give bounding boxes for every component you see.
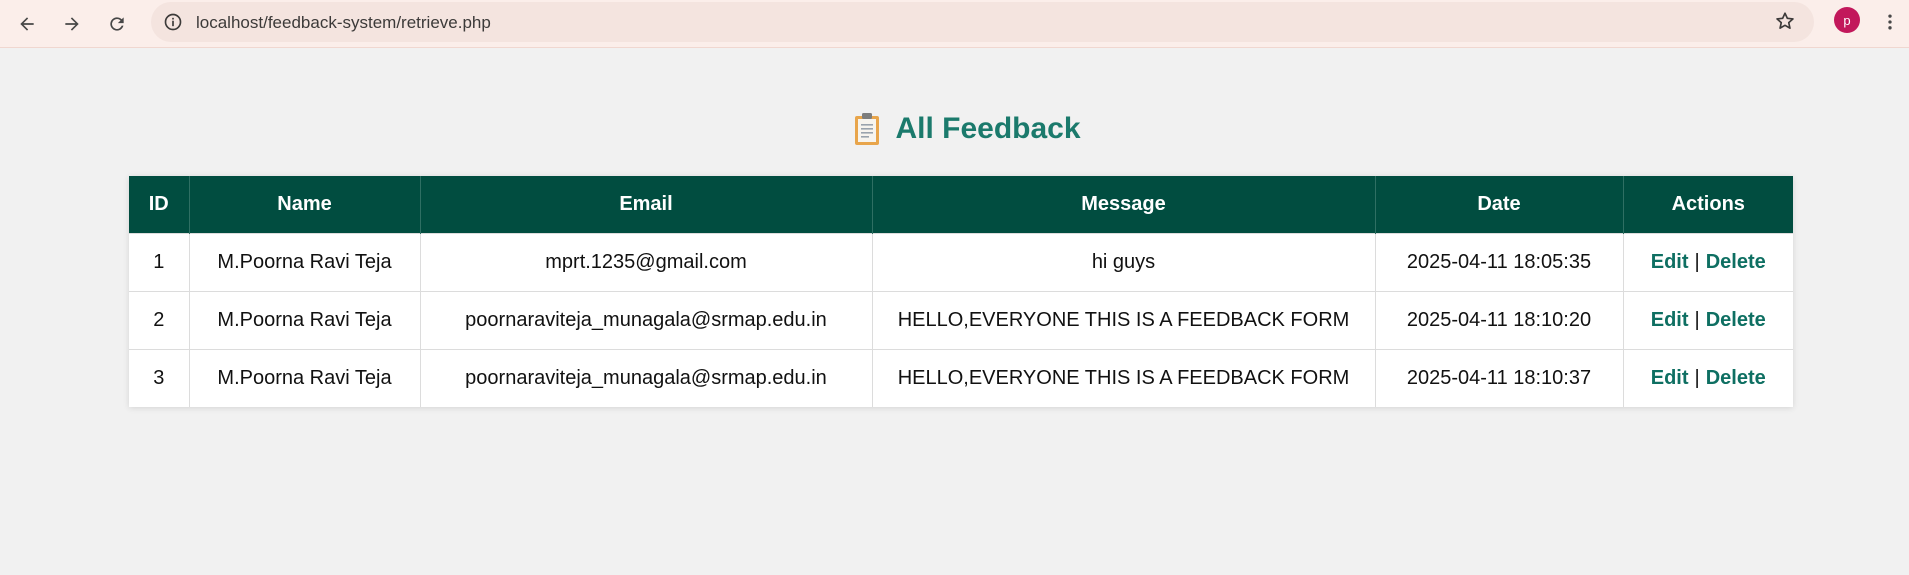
cell-name: M.Poorna Ravi Teja (189, 233, 421, 292)
cell-message: hi guys (872, 233, 1376, 292)
table-row: 1 M.Poorna Ravi Teja mprt.1235@gmail.com… (129, 233, 1793, 292)
cell-email: mprt.1235@gmail.com (420, 233, 873, 292)
column-header-email: Email (420, 176, 873, 234)
column-header-message: Message (872, 176, 1376, 234)
page-title: All Feedback (895, 112, 1081, 145)
delete-link[interactable]: Delete (1706, 309, 1766, 331)
bookmark-star-icon[interactable] (1773, 9, 1797, 33)
cell-id: 1 (129, 233, 190, 292)
column-header-actions: Actions (1623, 176, 1793, 234)
cell-date: 2025-04-11 18:10:37 (1375, 349, 1624, 407)
cell-message: HELLO,EVERYONE THIS IS A FEEDBACK FORM (872, 349, 1376, 407)
cell-actions: Edit | Delete (1623, 233, 1793, 292)
feedback-table-container: ID Name Email Message Date Actions 1 M.P… (129, 176, 1793, 407)
cell-id: 3 (129, 349, 190, 407)
url-text[interactable]: localhost/feedback-system/retrieve.php (196, 13, 491, 33)
cell-id: 2 (129, 291, 190, 350)
clipboard-icon (855, 113, 880, 145)
cell-message: HELLO,EVERYONE THIS IS A FEEDBACK FORM (872, 291, 1376, 350)
feedback-table: ID Name Email Message Date Actions 1 M.P… (129, 176, 1793, 407)
browser-toolbar: localhost/feedback-system/retrieve.php p (0, 0, 1909, 48)
column-header-date: Date (1375, 176, 1624, 234)
address-bar[interactable]: localhost/feedback-system/retrieve.php (151, 2, 1814, 42)
back-button[interactable] (9, 6, 45, 42)
cell-name: M.Poorna Ravi Teja (189, 291, 421, 350)
arrow-right-icon (65, 17, 79, 31)
forward-button[interactable] (54, 6, 90, 42)
table-header-row: ID Name Email Message Date Actions (129, 176, 1793, 234)
cell-date: 2025-04-11 18:10:20 (1375, 291, 1624, 350)
reload-icon (110, 17, 124, 31)
action-separator: | (1694, 251, 1700, 273)
cell-name: M.Poorna Ravi Teja (189, 349, 421, 407)
cell-email: poornaraviteja_munagala@srmap.edu.in (420, 291, 873, 350)
edit-link[interactable]: Edit (1651, 367, 1689, 389)
action-separator: | (1694, 367, 1700, 389)
cell-email: poornaraviteja_munagala@srmap.edu.in (420, 349, 873, 407)
edit-link[interactable]: Edit (1651, 309, 1689, 331)
table-row: 3 M.Poorna Ravi Teja poornaraviteja_muna… (129, 349, 1793, 407)
cell-actions: Edit | Delete (1623, 349, 1793, 407)
table-row: 2 M.Poorna Ravi Teja poornaraviteja_muna… (129, 291, 1793, 350)
column-header-id: ID (129, 176, 190, 234)
more-menu-icon[interactable] (1878, 6, 1902, 38)
site-info-icon[interactable] (161, 10, 185, 34)
page-heading: All Feedback (0, 112, 1909, 146)
arrow-left-icon (20, 17, 34, 31)
column-header-name: Name (189, 176, 421, 234)
action-separator: | (1694, 309, 1700, 331)
delete-link[interactable]: Delete (1706, 251, 1766, 273)
delete-link[interactable]: Delete (1706, 367, 1766, 389)
cell-date: 2025-04-11 18:05:35 (1375, 233, 1624, 292)
reload-button[interactable] (99, 6, 135, 42)
profile-avatar[interactable]: p (1834, 7, 1860, 33)
edit-link[interactable]: Edit (1651, 251, 1689, 273)
cell-actions: Edit | Delete (1623, 291, 1793, 350)
